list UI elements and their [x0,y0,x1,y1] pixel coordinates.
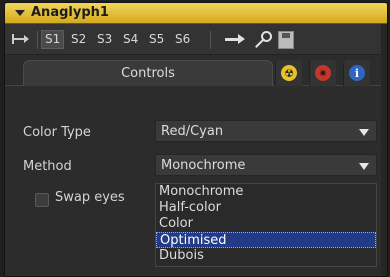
chevron-down-icon [359,129,369,136]
controls-panel: Color Type Red/Cyan Method Monochrome Sw… [5,86,387,276]
info-icon: i [349,65,365,81]
toolbar-divider [37,31,38,49]
collapse-arrow-icon[interactable] [15,10,25,16]
dropdown-option-dubois[interactable]: Dubois [156,248,376,264]
save-icon[interactable] [278,31,294,49]
chevron-down-icon [359,163,369,170]
tab-controls[interactable]: Controls [23,60,273,87]
gear-icon: ✷ [315,65,331,81]
tool-title: Anaglyph1 [31,5,109,20]
color-type-value: Red/Cyan [161,124,224,139]
tab-settings[interactable]: ✷ [309,60,336,86]
key-icon[interactable] [251,30,273,50]
dropdown-option-monochrome[interactable]: Monochrome [156,184,376,200]
version-toolbar: S1 S2 S3 S4 S5 S6 [5,24,387,55]
method-dropdown-list: Monochrome Half-color Color Optimised Du… [155,183,377,267]
swap-eyes-label[interactable]: Swap eyes [55,190,125,205]
tab-info[interactable]: i [343,60,370,86]
pin-icon[interactable] [12,34,29,44]
version-slot-s1[interactable]: S1 [41,30,65,49]
dropdown-option-half-color[interactable]: Half-color [156,200,376,216]
radiation-icon: ☢ [281,65,297,81]
color-type-select[interactable]: Red/Cyan [155,120,377,142]
link-arrow-icon[interactable] [225,34,245,44]
version-slot-s6[interactable]: S6 [172,30,193,49]
version-slot-s5[interactable]: S5 [146,30,167,49]
method-value: Monochrome [161,158,246,173]
method-label: Method [23,159,72,174]
swap-eyes-checkbox[interactable] [35,193,49,207]
method-select[interactable]: Monochrome [155,154,377,176]
inspector-panel: Anaglyph1 S1 S2 S3 S4 S5 S6 Controls ☢ ✷… [4,2,388,277]
version-slot-s3[interactable]: S3 [94,30,115,49]
tab-bar: Controls ☢ ✷ i [5,55,387,87]
scrollbar[interactable] [381,24,387,276]
color-type-label: Color Type [23,125,91,140]
tool-header[interactable]: Anaglyph1 [5,3,387,24]
version-slot-s2[interactable]: S2 [68,30,89,49]
version-slot-s4[interactable]: S4 [120,30,141,49]
dropdown-option-optimised[interactable]: Optimised [156,232,376,248]
key-shaft [255,38,265,48]
dropdown-option-color[interactable]: Color [156,216,376,232]
tab-radiation[interactable]: ☢ [275,60,302,86]
toolbar-divider [210,31,211,49]
